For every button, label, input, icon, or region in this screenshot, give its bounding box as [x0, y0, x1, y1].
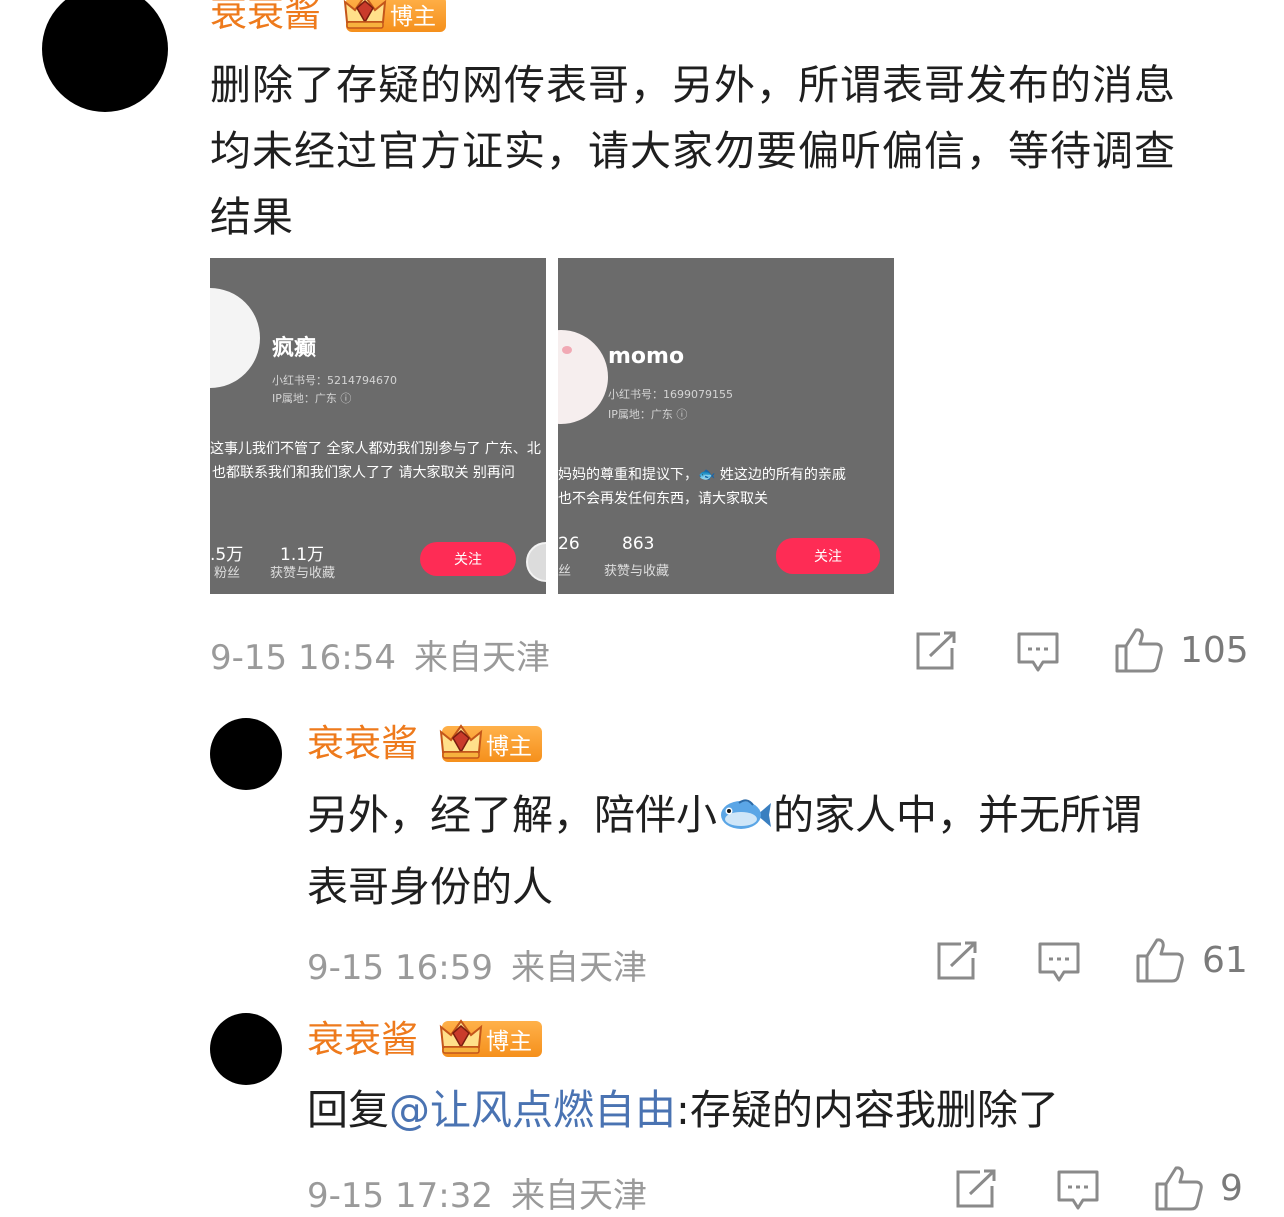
reply-line: 另外，经了解，陪伴小 的家人中，并无所谓 — [307, 782, 1142, 854]
fish-emoji-icon — [717, 788, 773, 854]
crown-badge-icon — [438, 722, 484, 760]
profile-avatar — [210, 288, 260, 388]
like-count: 105 — [1180, 630, 1249, 671]
badge-label: 博主 — [486, 1029, 532, 1055]
username[interactable]: 衰衰酱 — [307, 1018, 418, 1062]
profile-name: momo — [608, 344, 685, 369]
reply-text-segment: 另外，经了解，陪伴小 — [307, 791, 717, 839]
crown-badge-icon — [438, 1017, 484, 1055]
reply-text-segment: :存疑的内容我删除了 — [676, 1086, 1059, 1134]
comment-location: 来自天津 — [510, 1176, 647, 1216]
comment-meta: 9-15 16:59 来自天津 — [307, 940, 647, 989]
comment-line: 结果 — [210, 193, 294, 241]
avatar-icon — [526, 542, 546, 582]
blogger-badge: 博主 — [343, 0, 446, 32]
comment-icon[interactable] — [1016, 630, 1060, 678]
profile-ip: IP属地：广东 ⓘ — [608, 408, 688, 421]
avatar[interactable] — [210, 1013, 282, 1085]
blogger-badge: 博主 — [439, 1019, 542, 1057]
comment-time: 9-15 17:32 — [307, 1176, 493, 1216]
comment-text: 删除了存疑的网传表哥，另外，所谓表哥发布的消息 均未经过官方证实，请大家勿要偏听… — [210, 52, 1176, 250]
stat-label: 丝 — [558, 564, 572, 579]
follow-button: 关注 — [776, 538, 880, 574]
username[interactable]: 衰衰酱 — [307, 722, 418, 766]
mention-link[interactable]: @让风点燃自由 — [389, 1086, 676, 1134]
profile-bio-line: 也都联系我们和我们家人了了 请大家取关 别再问 — [212, 465, 515, 481]
reply-prefix: 回复 — [307, 1086, 389, 1134]
stat-label: 获赞与收藏 — [270, 566, 336, 581]
attached-image-1[interactable]: 疯癫 小红书号：5214794670 IP属地：广东 ⓘ 这事儿我们不管了 全家… — [210, 258, 546, 594]
comment-meta: 9-15 17:32 来自天津 — [307, 1168, 647, 1217]
attached-image-2[interactable]: momo 小红书号：1699079155 IP属地：广东 ⓘ 妈妈的尊重和提议下… — [558, 258, 894, 594]
profile-name: 疯癫 — [272, 336, 317, 361]
profile-id: 小红书号：1699079155 — [608, 388, 733, 401]
repost-icon[interactable] — [914, 630, 958, 676]
stat-number: 863 — [622, 534, 655, 554]
comment-line: 均未经过官方证实，请大家勿要偏听偏信，等待调查 — [210, 127, 1176, 175]
like-icon[interactable] — [1154, 1164, 1204, 1216]
like-icon[interactable] — [1135, 936, 1185, 988]
stat-number: 26 — [558, 534, 580, 554]
comment-time: 9-15 16:54 — [210, 638, 396, 678]
username[interactable]: 衰衰酱 — [210, 0, 321, 36]
avatar[interactable] — [210, 718, 282, 790]
comment-line: 删除了存疑的网传表哥，另外，所谓表哥发布的消息 — [210, 61, 1176, 109]
profile-bio-line: 妈妈的尊重和提议下，🐟 姓这边的所有的亲戚 — [558, 467, 846, 483]
comment-location: 来自天津 — [510, 948, 647, 988]
crown-badge-icon — [342, 0, 388, 30]
reply-text: 另外，经了解，陪伴小 的家人中，并无所谓 表哥身份的人 — [307, 782, 1142, 920]
reply-line: 表哥身份的人 — [307, 863, 553, 911]
comment-time: 9-15 16:59 — [307, 948, 493, 988]
badge-label: 博主 — [486, 734, 532, 760]
reply-text: 回复@让风点燃自由:存疑的内容我删除了 — [307, 1077, 1059, 1143]
profile-bio-line: 这事儿我们不管了 全家人都劝我们别参与了 广东、北 — [210, 441, 541, 457]
profile-bio-line: 也不会再发任何东西，请大家取关 — [558, 491, 768, 507]
like-count: 61 — [1202, 940, 1248, 981]
avatar[interactable] — [42, 0, 168, 112]
profile-ip: IP属地：广东 ⓘ — [272, 392, 352, 405]
profile-id: 小红书号：5214794670 — [272, 374, 397, 387]
blogger-badge: 博主 — [439, 724, 542, 762]
comment-icon[interactable] — [1037, 940, 1081, 988]
profile-avatar — [558, 330, 608, 424]
like-icon[interactable] — [1114, 626, 1164, 678]
stat-label: 获赞与收藏 — [604, 564, 670, 579]
comment-location: 来自天津 — [413, 638, 550, 678]
cartoon-avatar-icon — [562, 346, 572, 354]
follow-button: 关注 — [420, 542, 516, 576]
comment-icon[interactable] — [1056, 1168, 1100, 1216]
repost-icon[interactable] — [954, 1168, 998, 1214]
repost-icon[interactable] — [935, 940, 979, 986]
badge-label: 博主 — [390, 4, 436, 30]
comment-meta: 9-15 16:54 来自天津 — [210, 630, 550, 679]
reply-text-segment: 的家人中，并无所谓 — [773, 791, 1142, 839]
stat-label: 粉丝 — [214, 566, 241, 581]
